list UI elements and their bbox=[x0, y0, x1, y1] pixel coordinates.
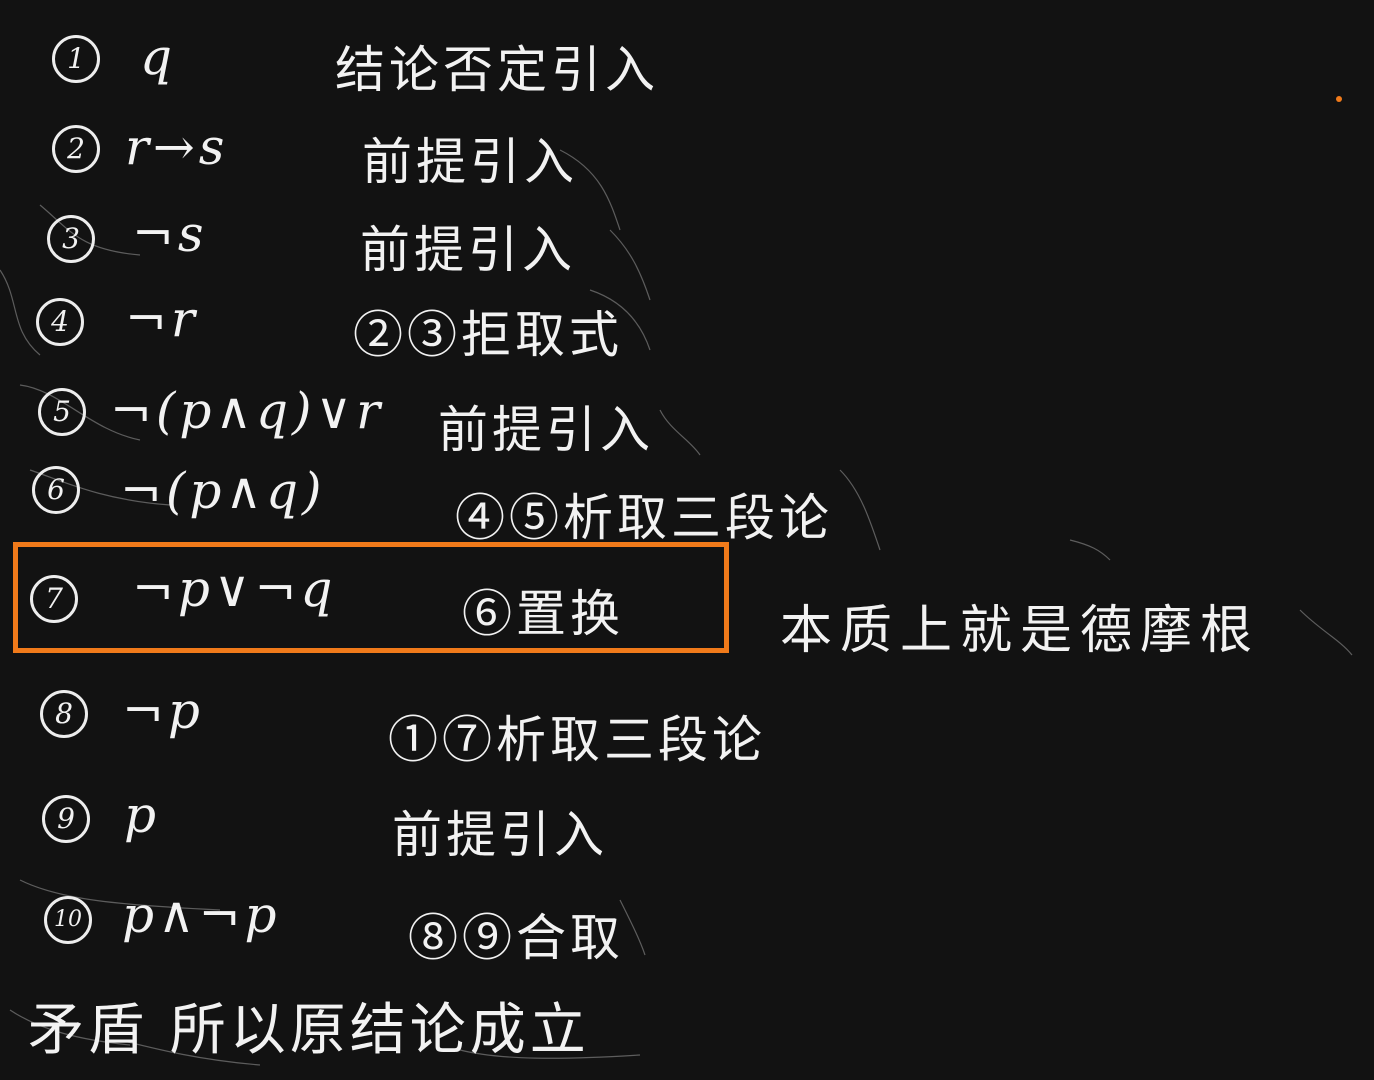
step-formula: p bbox=[124, 786, 161, 844]
demorgan-note: 本质上就是德摩根 bbox=[780, 601, 1261, 661]
step-formula: ¬p bbox=[122, 682, 204, 740]
step-formula: ¬r bbox=[125, 290, 199, 348]
step-reason: ②③拒取式 bbox=[353, 306, 623, 364]
step-number: 4 bbox=[36, 298, 84, 346]
step-number: 2 bbox=[52, 125, 100, 173]
step-reason: 前提引入 bbox=[392, 806, 608, 864]
step-number: 1 bbox=[52, 35, 100, 83]
step-reason: 前提引入 bbox=[438, 401, 654, 459]
step-formula: r→s bbox=[125, 118, 229, 176]
step-reason: ①⑦析取三段论 bbox=[388, 711, 766, 769]
proof-conclusion: 矛盾 所以原结论成立 bbox=[28, 998, 590, 1063]
step-number: 7 bbox=[30, 575, 78, 623]
whiteboard-canvas[interactable]: 1 q 结论否定引入 2 r→s 前提引入 3 ¬s 前提引入 4 ¬r ②③拒… bbox=[0, 0, 1374, 1080]
step-reason: 结论否定引入 bbox=[335, 41, 659, 99]
step-number: 8 bbox=[40, 690, 88, 738]
step-reason: ⑥置换 bbox=[462, 585, 624, 643]
step-formula: ¬p∨¬q bbox=[132, 560, 337, 618]
step-reason: 前提引入 bbox=[362, 133, 578, 191]
step-formula: ¬(p∧q)∨r bbox=[110, 382, 385, 440]
step-reason: 前提引入 bbox=[360, 221, 576, 279]
step-formula: ¬(p∧q) bbox=[120, 462, 326, 520]
step-reason: ⑧⑨合取 bbox=[408, 909, 624, 967]
step-formula: p∧¬p bbox=[122, 886, 281, 944]
step-number: 3 bbox=[47, 215, 95, 263]
step-formula: ¬s bbox=[132, 205, 208, 263]
step-number: 9 bbox=[42, 795, 90, 843]
step-number: 10 bbox=[44, 896, 92, 944]
step-formula: q bbox=[140, 28, 177, 86]
orange-dot-marker bbox=[1336, 96, 1342, 102]
step-reason: ④⑤析取三段论 bbox=[455, 489, 833, 547]
step-number: 5 bbox=[38, 388, 86, 436]
step-number: 6 bbox=[32, 466, 80, 514]
